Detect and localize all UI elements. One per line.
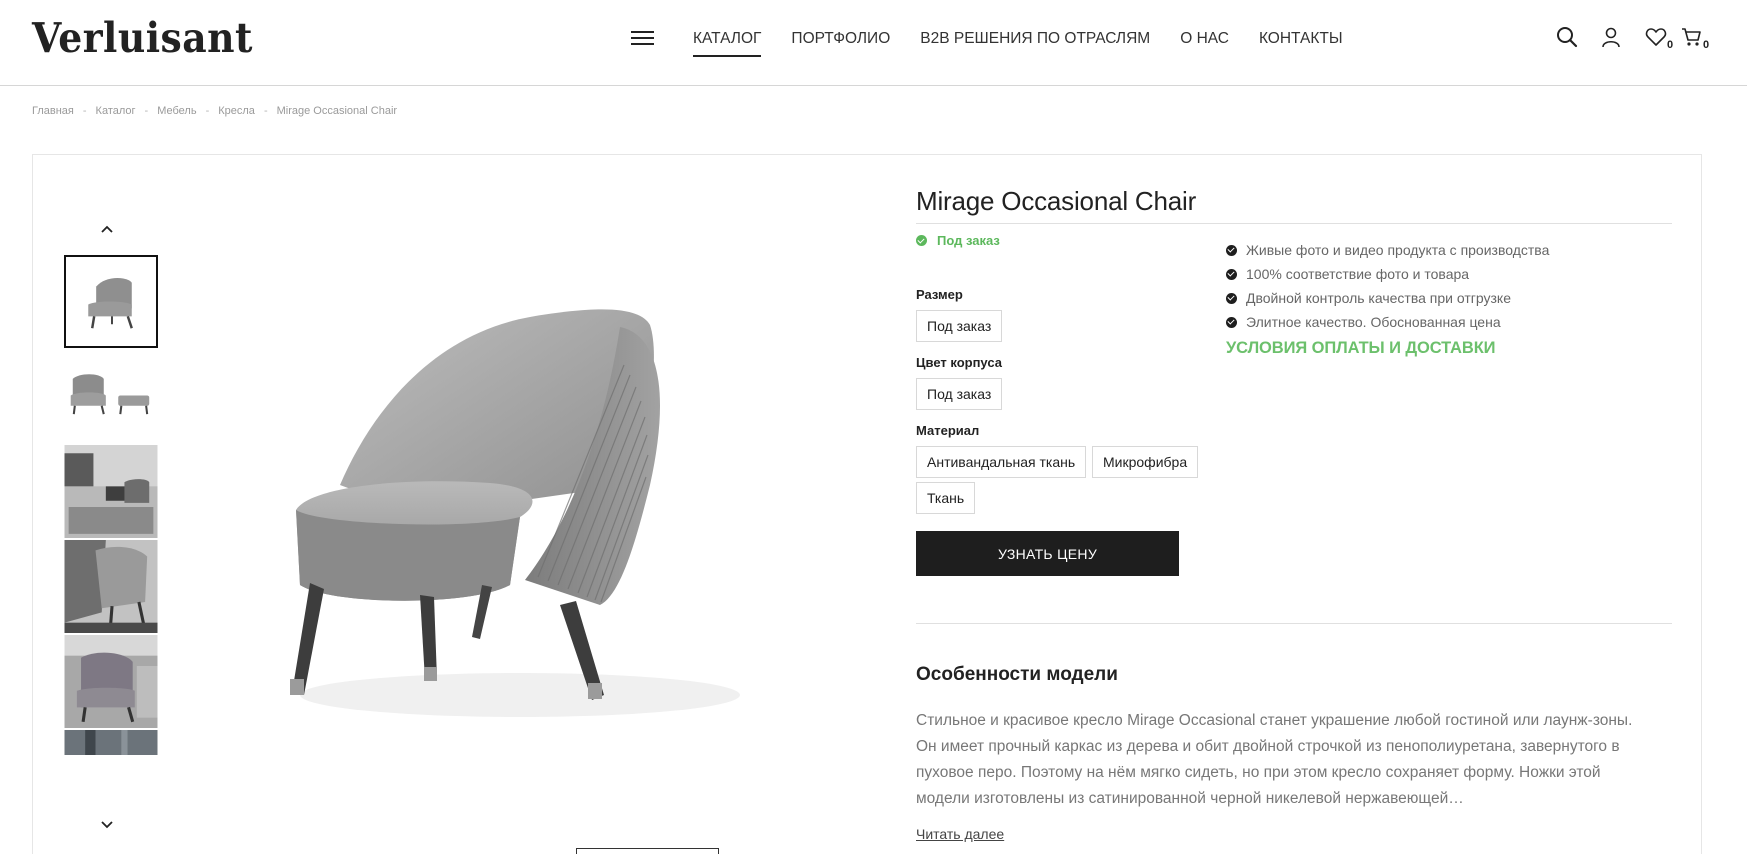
image-zoom-frame [576, 848, 719, 854]
availability-status: Под заказ [916, 233, 1000, 248]
nav-contacts[interactable]: КОНТАКТЫ [1259, 30, 1343, 57]
option-size-button[interactable]: Под заказ [916, 310, 1003, 342]
benefit-text: Элитное качество. Обоснованная цена [1246, 314, 1501, 330]
option-label-body-color: Цвет корпуса [916, 355, 1002, 370]
get-price-button[interactable]: УЗНАТЬ ЦЕНУ [916, 531, 1179, 576]
benefit-text: 100% соответствие фото и товара [1246, 266, 1470, 282]
check-circle-icon [916, 235, 927, 246]
thumbnail-list [64, 255, 158, 755]
breadcrumb-separator: - [205, 105, 210, 117]
search-icon[interactable] [1556, 26, 1582, 52]
breadcrumb-catalog[interactable]: Каталог [96, 105, 136, 117]
nav-catalog[interactable]: КАТАЛОГ [693, 30, 762, 57]
thumbnail-image[interactable] [64, 350, 158, 443]
check-circle-icon [1226, 268, 1237, 280]
main-nav: КАТАЛОГ ПОРТФОЛИО B2B РЕШЕНИЯ ПО ОТРАСЛЯ… [693, 30, 1373, 57]
chevron-down-icon[interactable] [100, 818, 120, 838]
divider [916, 223, 1672, 224]
option-body-color-button[interactable]: Под заказ [916, 378, 1003, 410]
thumbnail-image[interactable] [64, 730, 158, 755]
nav-b2b[interactable]: B2B РЕШЕНИЯ ПО ОТРАСЛЯМ [920, 30, 1150, 57]
option-label-size: Размер [916, 287, 963, 302]
user-icon[interactable] [1600, 26, 1626, 52]
thumbnail-image[interactable] [64, 540, 158, 633]
product-title: Mirage Occasional Chair [916, 186, 1197, 216]
breadcrumb: Главная - Каталог - Мебель - Кресла - Mirage… [32, 105, 397, 117]
breadcrumb-armchairs[interactable]: Кресла [218, 105, 255, 117]
features-description: Стильное и красивое кресло Mirage Occasi… [916, 712, 1633, 807]
breadcrumb-separator: - [82, 105, 87, 117]
site-logo[interactable]: Verluisant [32, 14, 253, 62]
wishlist-count: 0 [1667, 39, 1674, 51]
list-item: Двойной контроль качества при отгрузке [1226, 286, 1549, 310]
features-heading: Особенности модели [916, 664, 1118, 685]
thumbnail-image[interactable] [64, 255, 158, 348]
heart-icon[interactable]: 0 [1645, 26, 1674, 52]
availability-label: Под заказ [937, 233, 1000, 248]
chevron-up-icon[interactable] [100, 222, 120, 242]
site-header: Verluisant КАТАЛОГ ПОРТФОЛИО B2B РЕШЕНИЯ… [0, 0, 1747, 86]
check-circle-icon [1226, 244, 1237, 256]
cart-icon[interactable]: 0 [1681, 26, 1710, 52]
benefits-list: Живые фото и видео продукта с производст… [1226, 238, 1549, 334]
thumbnail-image[interactable] [64, 635, 158, 728]
benefit-text: Двойной контроль качества при отгрузке [1246, 290, 1511, 306]
thumbnail-image[interactable] [64, 445, 158, 538]
breadcrumb-furniture[interactable]: Мебель [157, 105, 196, 117]
breadcrumb-current: Mirage Occasional Chair [276, 105, 398, 117]
breadcrumb-separator: - [263, 105, 268, 117]
read-more-link[interactable]: Читать далее [916, 826, 1004, 842]
check-circle-icon [1226, 316, 1237, 328]
nav-about[interactable]: О НАС [1180, 30, 1229, 57]
payment-delivery-link[interactable]: УСЛОВИЯ ОПЛАТЫ И ДОСТАВКИ [1226, 339, 1496, 358]
menu-icon[interactable] [631, 31, 654, 45]
check-circle-icon [1226, 292, 1237, 304]
benefit-text: Живые фото и видео продукта с производст… [1246, 242, 1550, 258]
option-material-button[interactable]: Микрофибра [1092, 446, 1199, 478]
nav-portfolio[interactable]: ПОРТФОЛИО [791, 30, 890, 57]
list-item: 100% соответствие фото и товара [1226, 262, 1549, 286]
option-material-button[interactable]: Антивандальная ткань [916, 446, 1087, 478]
option-material-button[interactable]: Ткань [916, 482, 976, 514]
list-item: Живые фото и видео продукта с производст… [1226, 238, 1549, 262]
cart-count: 0 [1703, 39, 1710, 51]
breadcrumb-separator: - [144, 105, 149, 117]
list-item: Элитное качество. Обоснованная цена [1226, 310, 1549, 334]
product-main-image[interactable] [220, 255, 820, 815]
option-label-material: Материал [916, 423, 980, 438]
breadcrumb-home[interactable]: Главная [32, 105, 74, 117]
divider [916, 623, 1672, 624]
